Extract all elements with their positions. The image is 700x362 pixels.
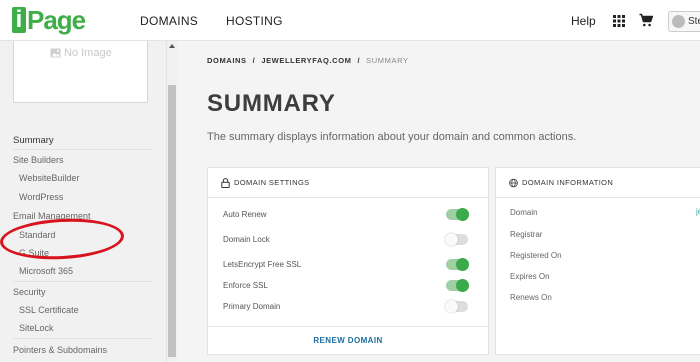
breadcrumb-domain-link[interactable]: JEWELLERYFAQ.COM — [261, 56, 351, 65]
ipage-logo[interactable]: i Page — [12, 4, 86, 35]
cart-icon[interactable] — [639, 13, 653, 27]
setting-label: Enforce SSL — [223, 281, 268, 290]
logo-letter: i — [12, 6, 26, 33]
sidebar-divider — [13, 281, 153, 282]
no-image-label: No Image — [64, 47, 112, 59]
setting-label: Primary Domain — [223, 302, 281, 311]
globe-icon — [509, 178, 518, 187]
setting-row-letsencrypt-ssl: LetsEncrypt Free SSL — [223, 258, 469, 274]
nav-domains-link[interactable]: DOMAINS — [140, 14, 198, 28]
page-description: The summary displays information about y… — [207, 131, 577, 143]
domain-settings-header: DOMAIN SETTINGS — [208, 168, 488, 198]
sidebar-divider — [13, 149, 153, 150]
setting-label: Auto Renew — [223, 210, 267, 219]
sidebar: No Image Summary Site Builders WebsiteBu… — [0, 41, 166, 362]
primary-domain-toggle[interactable] — [445, 300, 468, 313]
sidebar-section-site-builders: Site Builders — [13, 155, 64, 165]
lock-icon — [221, 177, 230, 188]
apps-grid-icon[interactable] — [613, 15, 625, 27]
image-placeholder-icon — [50, 48, 61, 58]
scrollbar-thumb[interactable] — [168, 85, 176, 357]
toggle-knob — [456, 208, 469, 221]
sidebar-divider — [13, 338, 153, 339]
site-preview-thumbnail: No Image — [13, 41, 148, 103]
main-content: DOMAINS / JEWELLERYFAQ.COM / SUMMARY SUM… — [177, 41, 700, 362]
breadcrumb: DOMAINS / JEWELLERYFAQ.COM / SUMMARY — [207, 56, 409, 65]
toggle-knob — [456, 279, 469, 292]
scroll-up-arrow-icon[interactable] — [169, 44, 175, 48]
red-highlight-annotation — [0, 215, 125, 263]
letsencrypt-ssl-toggle[interactable] — [446, 258, 469, 271]
setting-label: Domain Lock — [223, 235, 270, 244]
info-label-registrar: Registrar — [510, 230, 543, 239]
sidebar-item-ssl-certificate[interactable]: SSL Certificate — [19, 305, 79, 315]
user-name: Ste — [688, 16, 700, 27]
info-label-renews-on: Renews On — [510, 293, 552, 302]
setting-label: LetsEncrypt Free SSL — [223, 260, 302, 269]
sidebar-scrollbar[interactable] — [166, 41, 177, 362]
logo-wordmark: Page — [27, 4, 86, 35]
domain-information-title: DOMAIN INFORMATION — [522, 178, 614, 187]
info-label-expires-on: Expires On — [510, 272, 550, 281]
setting-row-enforce-ssl: Enforce SSL — [223, 279, 469, 295]
sidebar-item-summary[interactable]: Summary — [13, 135, 54, 146]
domain-value-link[interactable]: je — [696, 207, 700, 216]
help-link[interactable]: Help — [571, 14, 596, 28]
enforce-ssl-toggle[interactable] — [446, 279, 469, 292]
user-avatar-icon — [672, 15, 685, 28]
domain-information-header: DOMAIN INFORMATION — [496, 168, 700, 198]
renew-domain-button[interactable]: RENEW DOMAIN — [208, 326, 488, 354]
page-title: SUMMARY — [207, 90, 336, 117]
domain-settings-title: DOMAIN SETTINGS — [234, 178, 310, 187]
sidebar-item-websitebuilder[interactable]: WebsiteBuilder — [19, 173, 79, 183]
sidebar-item-microsoft-365[interactable]: Microsoft 365 — [19, 266, 73, 276]
nav-hosting-link[interactable]: HOSTING — [226, 14, 283, 28]
sidebar-item-wordpress[interactable]: WordPress — [19, 192, 63, 202]
domain-lock-toggle[interactable] — [445, 233, 468, 246]
toggle-knob — [456, 258, 469, 271]
setting-row-domain-lock: Domain Lock — [223, 233, 468, 249]
setting-row-primary-domain: Primary Domain — [223, 300, 468, 316]
breadcrumb-domains-link[interactable]: DOMAINS — [207, 56, 247, 65]
auto-renew-toggle[interactable] — [446, 208, 469, 221]
info-label-domain: Domain — [510, 208, 538, 217]
breadcrumb-separator: / — [252, 56, 256, 65]
user-menu-button[interactable]: Ste — [668, 11, 700, 32]
breadcrumb-separator: / — [357, 56, 361, 65]
breadcrumb-current: SUMMARY — [366, 56, 409, 65]
toggle-knob — [445, 300, 458, 313]
sidebar-section-security: Security — [13, 287, 46, 297]
domain-settings-card: DOMAIN SETTINGS Auto Renew Domain Lock L… — [207, 167, 489, 355]
setting-row-auto-renew: Auto Renew — [223, 208, 469, 224]
sidebar-section-pointers-subdomains[interactable]: Pointers & Subdomains — [13, 345, 107, 355]
info-label-registered-on: Registered On — [510, 251, 562, 260]
domain-information-card: DOMAIN INFORMATION Domain Registrar Regi… — [495, 167, 700, 355]
top-navigation-bar: i Page DOMAINS HOSTING Help Ste — [0, 0, 700, 41]
sidebar-item-sitelock[interactable]: SiteLock — [19, 323, 54, 333]
toggle-knob — [445, 233, 458, 246]
